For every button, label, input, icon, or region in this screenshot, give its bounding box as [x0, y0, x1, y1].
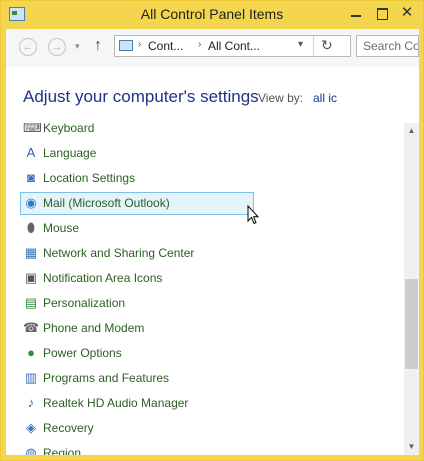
maximize-button[interactable] [369, 2, 395, 24]
address-dropdown-icon[interactable]: ▾ [298, 39, 303, 50]
item-label[interactable]: Mail (Microsoft Outlook) [43, 196, 170, 210]
page-title: Adjust your computer's settings [23, 87, 259, 106]
keyboard-icon: ⌨ [23, 123, 42, 135]
control-panel-item[interactable]: A Language [20, 142, 254, 165]
notification-icon: ▣ [24, 270, 38, 285]
scroll-down-button[interactable]: ▼ [404, 439, 419, 455]
breadcrumb-separator[interactable]: › [198, 39, 201, 50]
item-label[interactable]: Location Settings [43, 171, 135, 185]
control-panel-item[interactable]: ▥ Programs and Features [20, 367, 254, 390]
recent-locations-button[interactable]: ▾ [75, 41, 80, 52]
control-panel-item[interactable]: ▣ Notification Area Icons [20, 267, 254, 290]
item-label[interactable]: Phone and Modem [43, 321, 144, 335]
item-label[interactable]: Region [43, 446, 81, 455]
language-icon: A [26, 145, 36, 160]
divider [313, 36, 314, 56]
scroll-thumb[interactable] [405, 279, 418, 369]
view-by-dropdown[interactable]: all ic [313, 91, 337, 105]
breadcrumb-all-items[interactable]: All Cont... [208, 39, 260, 53]
item-label[interactable]: Power Options [43, 346, 122, 360]
audio-icon: ♪ [27, 395, 35, 410]
location-icon: ◙ [27, 170, 35, 185]
recovery-icon: ◈ [26, 420, 36, 435]
breadcrumb-control-panel[interactable]: Cont... [148, 39, 183, 53]
control-panel-items-list: ⌨ Keyboard A Language ◙ Location Settings ◉ Mai… [6, 123, 404, 455]
item-label[interactable]: Personalization [43, 296, 125, 310]
item-label[interactable]: Mouse [43, 221, 79, 235]
view-by-label: View by: [258, 91, 304, 105]
navigation-bar: ← → ▾ ↑ › Cont... › All Cont... ▾ ↻ Sear… [6, 29, 419, 67]
control-panel-item[interactable]: ◙ Location Settings [20, 167, 254, 190]
mouse-icon: ⬮ [26, 220, 36, 235]
close-button[interactable]: ✕ [393, 2, 421, 24]
up-button[interactable]: ↑ [94, 37, 102, 55]
breadcrumb-separator[interactable]: › [138, 39, 141, 50]
mail-icon: ◉ [25, 195, 37, 210]
search-placeholder: Search Co... [363, 39, 419, 53]
vertical-scrollbar[interactable]: ▲ ▼ [404, 123, 419, 455]
back-button[interactable]: ← [19, 38, 37, 56]
control-panel-item[interactable]: ⬮ Mouse [20, 217, 254, 240]
search-box[interactable]: Search Co... [356, 35, 419, 57]
region-icon: ◍ [25, 445, 37, 455]
control-panel-item[interactable]: ♪ Realtek HD Audio Manager [20, 392, 254, 415]
control-panel-item[interactable]: ◈ Recovery [20, 417, 254, 440]
control-panel-window: All Control Panel Items ✕ ← → ▾ ↑ › Cont… [0, 0, 424, 461]
forward-button[interactable]: → [48, 38, 66, 56]
control-panel-item[interactable]: ▦ Network and Sharing Center [20, 242, 254, 265]
scroll-up-button[interactable]: ▲ [404, 123, 419, 139]
mouse-cursor-icon [247, 205, 259, 225]
title-bar[interactable]: All Control Panel Items ✕ [1, 1, 423, 29]
power-icon: ● [27, 345, 35, 360]
control-panel-item[interactable]: ◉ Mail (Microsoft Outlook) [20, 192, 254, 215]
client-area: ← → ▾ ↑ › Cont... › All Cont... ▾ ↻ Sear… [6, 29, 419, 455]
item-label[interactable]: Network and Sharing Center [43, 246, 194, 260]
control-panel-item[interactable]: ◍ Region [20, 442, 254, 455]
item-label[interactable]: Programs and Features [43, 371, 169, 385]
refresh-icon[interactable]: ↻ [321, 37, 333, 54]
address-bar[interactable]: › Cont... › All Cont... ▾ ↻ [114, 35, 351, 57]
item-label[interactable]: Recovery [43, 421, 94, 435]
item-label[interactable]: Realtek HD Audio Manager [43, 396, 188, 410]
control-panel-item[interactable]: ☎ Phone and Modem [20, 317, 254, 340]
control-panel-item[interactable]: ⌨ Keyboard [20, 123, 254, 140]
programs-icon: ▥ [24, 370, 38, 385]
control-panel-item[interactable]: ● Power Options [20, 342, 254, 365]
control-panel-icon [119, 40, 133, 51]
item-label[interactable]: Language [43, 146, 96, 160]
minimize-button[interactable] [343, 2, 369, 24]
control-panel-item[interactable]: ▤ Personalization [20, 292, 254, 315]
personalization-icon: ▤ [24, 295, 38, 310]
item-label[interactable]: Keyboard [43, 123, 94, 135]
item-label[interactable]: Notification Area Icons [43, 271, 162, 285]
network-icon: ▦ [24, 245, 38, 260]
phone-icon: ☎ [23, 320, 40, 335]
